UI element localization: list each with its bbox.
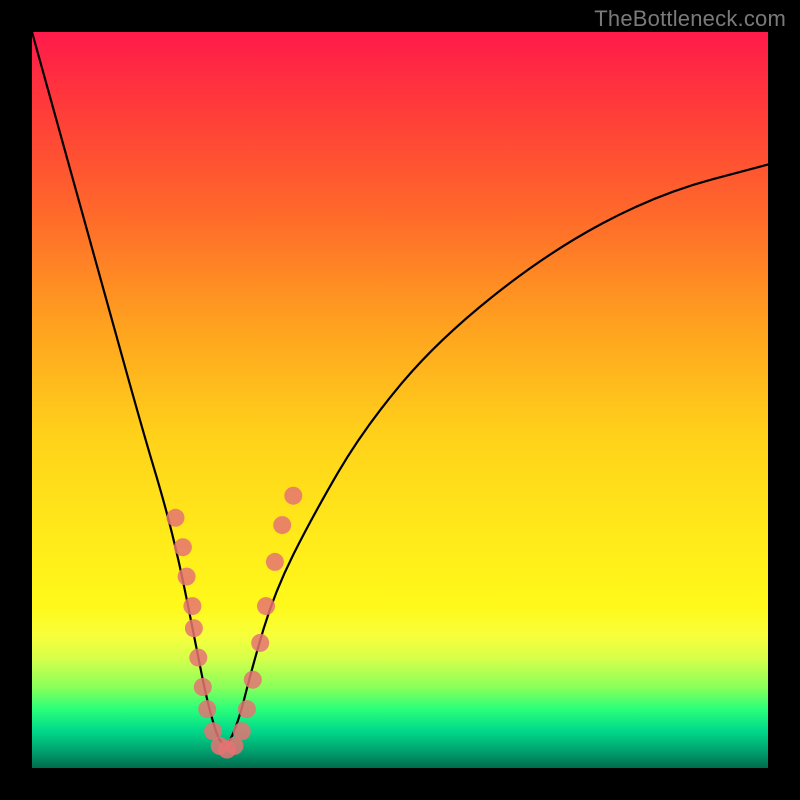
scatter-dot: [194, 678, 212, 696]
bottleneck-curve: [32, 32, 768, 744]
scatter-dot: [178, 568, 196, 586]
plot-area: [32, 32, 768, 768]
scatter-dot: [183, 597, 201, 615]
scatter-dot: [167, 509, 185, 527]
watermark-text: TheBottleneck.com: [594, 6, 786, 32]
scatter-dot: [233, 722, 251, 740]
scatter-dot: [244, 671, 262, 689]
curve-path: [32, 32, 768, 744]
scatter-dot: [284, 487, 302, 505]
scatter-dot: [257, 597, 275, 615]
scatter-dot: [273, 516, 291, 534]
scatter-dots: [167, 487, 303, 759]
chart-frame: TheBottleneck.com: [0, 0, 800, 800]
scatter-dot: [238, 700, 256, 718]
scatter-dot: [174, 538, 192, 556]
scatter-dot: [189, 649, 207, 667]
scatter-dot: [251, 634, 269, 652]
scatter-dot: [198, 700, 216, 718]
scatter-dot: [185, 619, 203, 637]
scatter-dot: [266, 553, 284, 571]
chart-svg: [32, 32, 768, 768]
